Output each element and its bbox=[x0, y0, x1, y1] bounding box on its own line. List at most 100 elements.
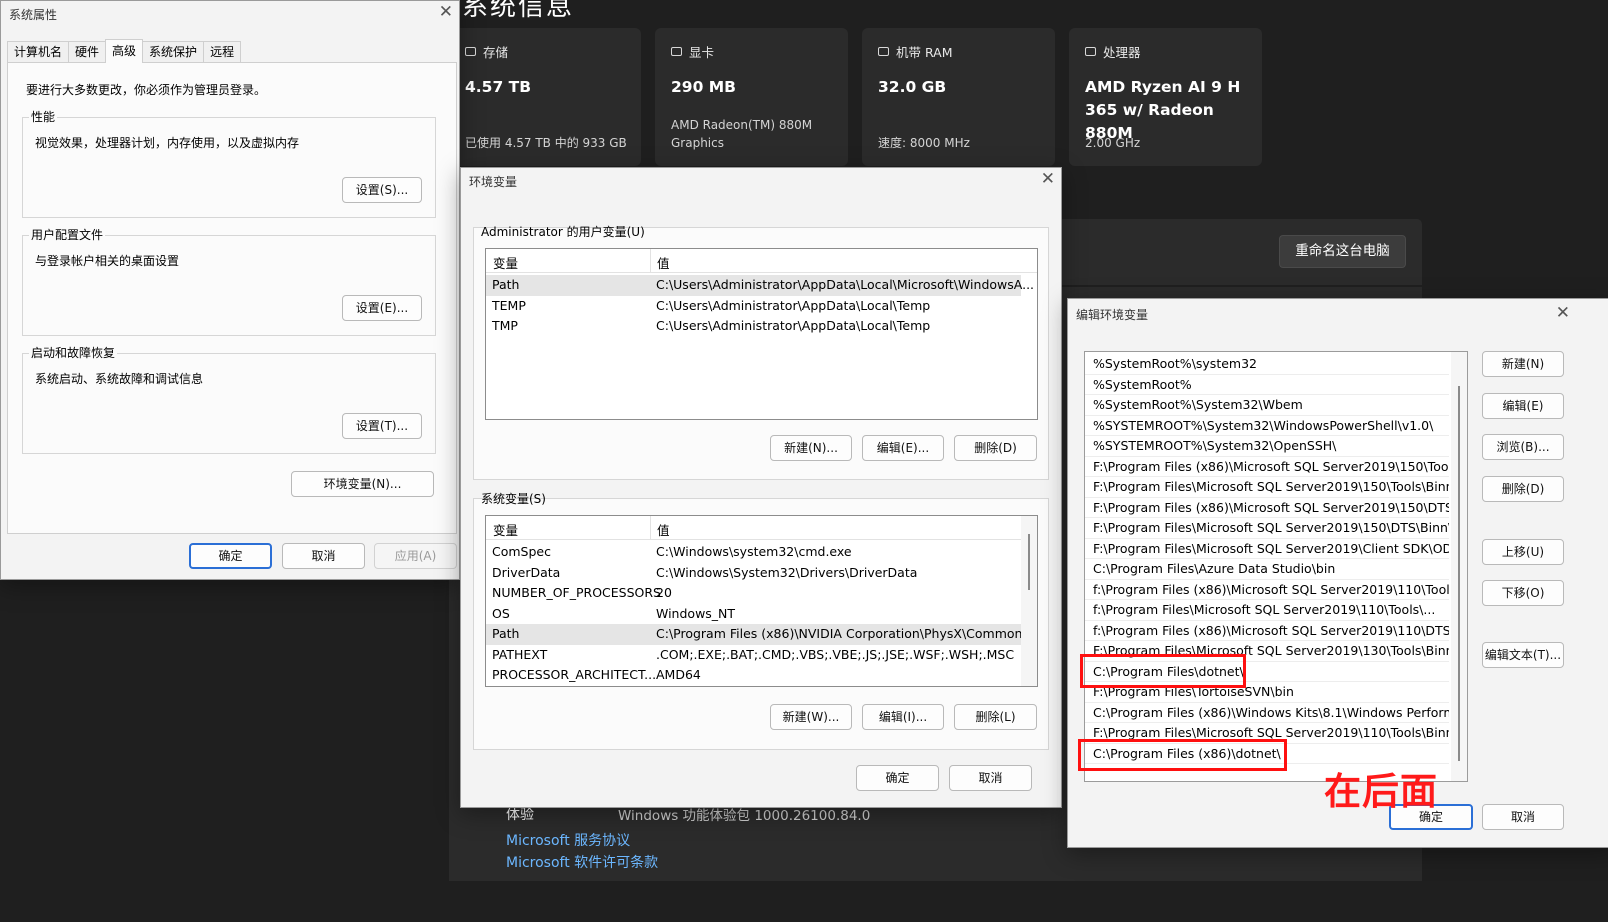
apply-button[interactable]: 应用(A) bbox=[374, 543, 457, 569]
storage-card[interactable]: 存储 4.57 TB 已使用 4.57 TB 中的 933 GB bbox=[449, 28, 641, 166]
tab-computer-name[interactable]: 计算机名 bbox=[7, 41, 70, 63]
user-variables-list[interactable]: 变量 值 Path C:\Users\Administrator\AppData\… bbox=[485, 248, 1038, 420]
list-item[interactable]: F:\Program Files\Microsoft SQL Server201… bbox=[1085, 477, 1449, 498]
rename-pc-button[interactable]: 重命名这台电脑 bbox=[1279, 235, 1406, 268]
ram-sub: 速度: 8000 MHz bbox=[878, 136, 970, 150]
gpu-sub: AMD Radeon(TM) 880M Graphics bbox=[671, 118, 813, 150]
list-item[interactable]: %SYSTEMROOT%\System32\OpenSSH\ bbox=[1085, 436, 1449, 457]
close-icon[interactable]: ✕ bbox=[439, 3, 453, 21]
dialog-title: 系统属性 bbox=[9, 8, 58, 22]
list-item[interactable]: F:\Program Files\Microsoft SQL Server201… bbox=[1085, 539, 1449, 559]
cancel-button[interactable]: 取消 bbox=[282, 543, 365, 569]
table-row[interactable]: DriverData C:\Windows\System32\Drivers\Dr… bbox=[486, 563, 1021, 584]
scrollbar-thumb[interactable] bbox=[1028, 534, 1030, 590]
performance-desc: 视觉效果，处理器计划，内存使用，以及虚拟内存 bbox=[35, 136, 300, 150]
column-value[interactable]: 值 bbox=[657, 253, 670, 272]
column-variable[interactable]: 变量 bbox=[493, 253, 518, 272]
user-new-button[interactable]: 新建(N)... bbox=[770, 435, 852, 461]
system-new-button[interactable]: 新建(W)... bbox=[770, 704, 852, 730]
list-item[interactable]: C:\Program Files (x86)\Windows Kits\8.1\… bbox=[1085, 703, 1449, 723]
ram-card[interactable]: 机带 RAM 32.0 GB 速度: 8000 MHz bbox=[862, 28, 1055, 166]
advanced-tab-body: 要进行大多数更改，你必须作为管理员登录。 性能 视觉效果，处理器计划，内存使用，… bbox=[7, 62, 457, 534]
ms-service-agreement-link[interactable]: Microsoft 服务协议 bbox=[506, 830, 630, 850]
tab-system-protection[interactable]: 系统保护 bbox=[142, 41, 205, 63]
table-row[interactable]: TMP C:\Users\Administrator\AppData\Local\… bbox=[486, 316, 1037, 337]
scrollbar-thumb[interactable] bbox=[1458, 386, 1460, 761]
list-header: 变量 值 bbox=[486, 249, 1037, 273]
column-variable[interactable]: 变量 bbox=[493, 520, 518, 539]
startup-recovery-settings-button[interactable]: 设置(T)... bbox=[342, 413, 422, 439]
ms-license-terms-link[interactable]: Microsoft 软件许可条款 bbox=[506, 852, 658, 872]
ram-icon bbox=[878, 47, 889, 56]
cpu-card[interactable]: 处理器 AMD Ryzen AI 9 H 365 w/ Radeon 880M … bbox=[1069, 28, 1262, 166]
list-item[interactable]: %SystemRoot%\system32 bbox=[1085, 354, 1449, 375]
table-row[interactable]: ComSpec C:\Windows\system32\cmd.exe bbox=[486, 542, 1021, 563]
performance-label: 性能 bbox=[29, 108, 58, 125]
move-up-button[interactable]: 上移(U) bbox=[1482, 539, 1564, 565]
list-item[interactable]: F:\Program Files (x86)\Microsoft SQL Ser… bbox=[1085, 498, 1449, 518]
path-list-scrollbar[interactable] bbox=[1451, 352, 1467, 781]
ram-value: 32.0 GB bbox=[878, 78, 947, 96]
startup-recovery-desc: 系统启动、系统故障和调试信息 bbox=[35, 372, 204, 386]
table-row[interactable]: PATHEXT .COM;.EXE;.BAT;.CMD;.VBS;.VBE;.JS… bbox=[486, 645, 1021, 666]
column-separator[interactable] bbox=[650, 516, 651, 540]
move-down-button[interactable]: 下移(O) bbox=[1482, 580, 1564, 606]
cancel-button[interactable]: 取消 bbox=[949, 765, 1032, 791]
list-item[interactable]: %SystemRoot%\System32\Wbem bbox=[1085, 395, 1449, 416]
tab-advanced[interactable]: 高级 bbox=[105, 39, 144, 63]
table-row[interactable]: Path C:\Program Files (x86)\NVIDIA Corpor… bbox=[486, 624, 1037, 645]
table-row[interactable]: TEMP C:\Users\Administrator\AppData\Local… bbox=[486, 296, 1037, 317]
ok-button[interactable]: 确定 bbox=[856, 765, 939, 791]
close-icon[interactable]: ✕ bbox=[1041, 170, 1055, 188]
environment-variables-dialog: 环境变量 ✕ Administrator 的用户变量(U) 变量 值 Path C… bbox=[460, 167, 1062, 808]
new-entry-button[interactable]: 新建(N) bbox=[1482, 351, 1564, 377]
user-variables-label: Administrator 的用户变量(U) bbox=[481, 225, 645, 239]
path-entries-list[interactable]: %SystemRoot%\system32 %SystemRoot% %Syst… bbox=[1084, 351, 1468, 782]
edit-entry-button[interactable]: 编辑(E) bbox=[1482, 393, 1564, 419]
gpu-card[interactable]: 显卡 290 MB AMD Radeon(TM) 880M Graphics bbox=[655, 28, 848, 166]
environment-variables-button[interactable]: 环境变量(N)... bbox=[291, 471, 434, 497]
list-item[interactable]: %SystemRoot% bbox=[1085, 375, 1449, 395]
table-row[interactable]: OS Windows_NT bbox=[486, 604, 1021, 625]
system-edit-button[interactable]: 编辑(I)... bbox=[862, 704, 944, 730]
annotation-text: 在后面 bbox=[1324, 770, 1438, 813]
tab-remote[interactable]: 远程 bbox=[203, 41, 242, 63]
list-item[interactable]: F:\Program Files (x86)\Microsoft SQL Ser… bbox=[1085, 457, 1449, 477]
system-list-scrollbar[interactable] bbox=[1021, 516, 1037, 686]
storage-icon bbox=[465, 47, 476, 56]
column-value[interactable]: 值 bbox=[657, 520, 670, 539]
storage-sub: 已使用 4.57 TB 中的 933 GB bbox=[465, 136, 627, 150]
list-item[interactable]: f:\Program Files\Microsoft SQL Server201… bbox=[1085, 600, 1449, 621]
user-profiles-settings-button[interactable]: 设置(E)... bbox=[342, 295, 422, 321]
ok-button[interactable]: 确定 bbox=[189, 543, 272, 569]
close-icon[interactable]: ✕ bbox=[1556, 304, 1570, 322]
list-item[interactable]: %SYSTEMROOT%\System32\WindowsPowerShell\… bbox=[1085, 416, 1449, 436]
highlight-box-dotnet bbox=[1080, 654, 1246, 688]
column-separator[interactable] bbox=[650, 249, 651, 273]
browse-button[interactable]: 浏览(B)... bbox=[1482, 434, 1564, 460]
user-profiles-group: 用户配置文件 与登录帐户相关的桌面设置 设置(E)... bbox=[22, 226, 436, 336]
table-row[interactable]: Path C:\Users\Administrator\AppData\Local… bbox=[486, 275, 1034, 296]
system-variables-list[interactable]: 变量 值 ComSpec C:\Windows\system32\cmd.exe … bbox=[485, 515, 1038, 687]
ram-title: 机带 RAM bbox=[896, 45, 953, 60]
user-profiles-label: 用户配置文件 bbox=[29, 226, 106, 243]
list-item[interactable]: f:\Program Files (x86)\Microsoft SQL Ser… bbox=[1085, 621, 1449, 641]
table-row[interactable]: NUMBER_OF_PROCESSORS 20 bbox=[486, 583, 1021, 604]
gpu-title: 显卡 bbox=[689, 45, 715, 60]
user-edit-button[interactable]: 编辑(E)... bbox=[862, 435, 944, 461]
list-item[interactable]: C:\Program Files\Azure Data Studio\bin bbox=[1085, 559, 1449, 580]
list-item[interactable]: f:\Program Files (x86)\Microsoft SQL Ser… bbox=[1085, 580, 1449, 600]
performance-settings-button[interactable]: 设置(S)... bbox=[342, 177, 422, 203]
system-delete-button[interactable]: 删除(L) bbox=[954, 704, 1037, 730]
dialog-title: 环境变量 bbox=[469, 175, 518, 189]
tab-strip: 计算机名 硬件 高级 系统保护 远程 bbox=[7, 39, 242, 63]
cancel-button[interactable]: 取消 bbox=[1482, 804, 1564, 830]
table-row[interactable]: PROCESSOR_ARCHITECT... AMD64 bbox=[486, 665, 1021, 686]
user-delete-button[interactable]: 删除(D) bbox=[954, 435, 1037, 461]
edit-text-button[interactable]: 编辑文本(T)... bbox=[1482, 642, 1564, 668]
startup-recovery-group: 启动和故障恢复 系统启动、系统故障和调试信息 设置(T)... bbox=[22, 344, 436, 454]
tab-hardware[interactable]: 硬件 bbox=[68, 41, 107, 63]
system-variables-label: 系统变量(S) bbox=[481, 492, 546, 506]
list-item[interactable]: F:\Program Files\Microsoft SQL Server201… bbox=[1085, 518, 1449, 539]
delete-entry-button[interactable]: 删除(D) bbox=[1482, 476, 1564, 502]
